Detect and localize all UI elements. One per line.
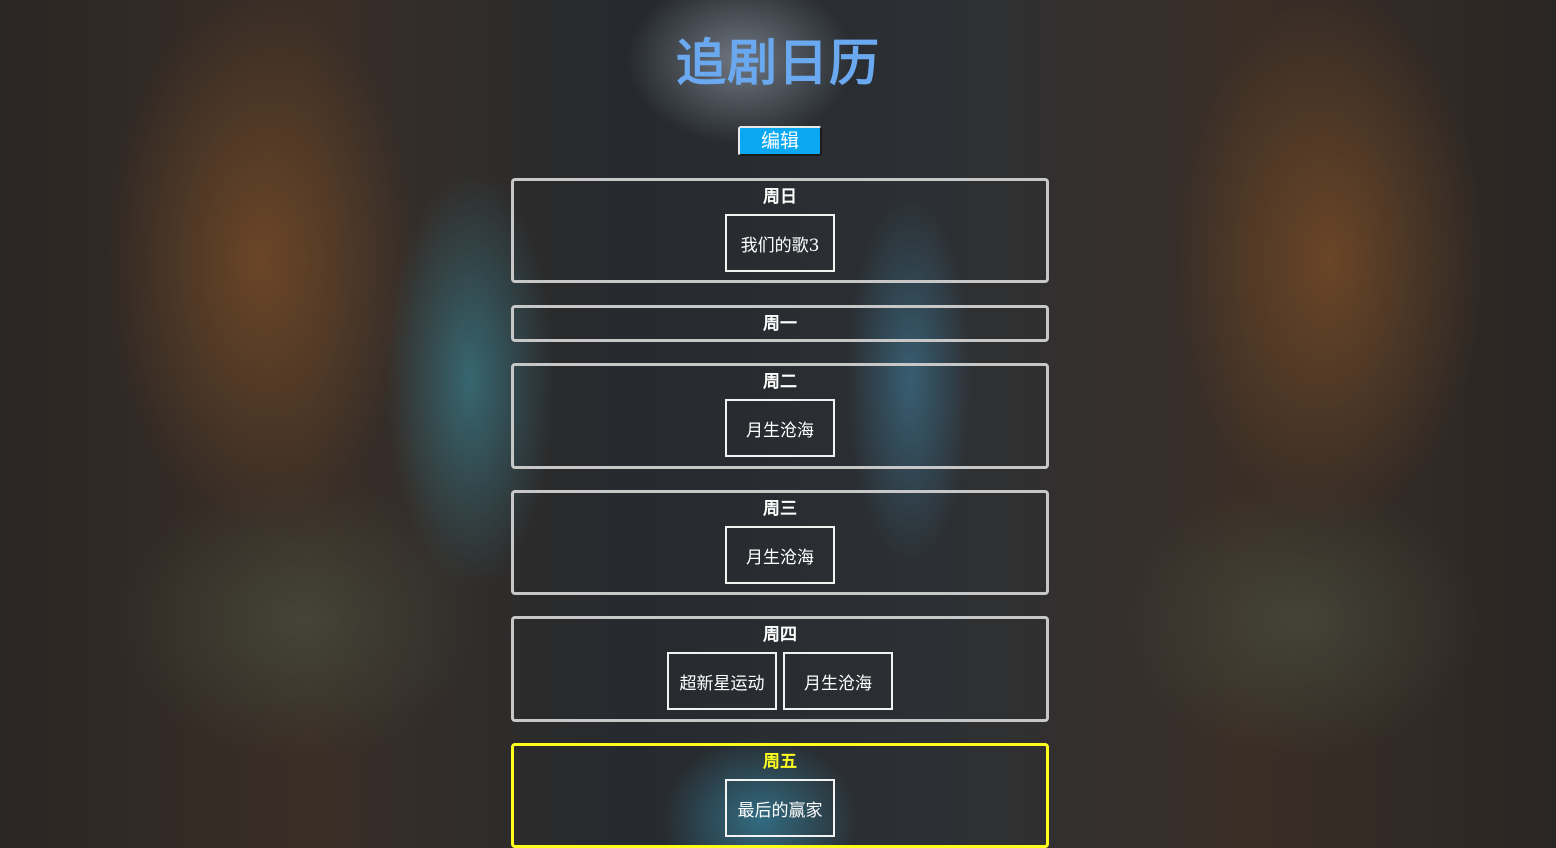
day-box-wednesday: 周三 月生沧海 [511, 490, 1049, 595]
day-name-friday: 周五 [763, 752, 797, 772]
day-box-monday: 周一 [511, 305, 1049, 342]
show-item[interactable]: 月生沧海 [725, 526, 835, 584]
page-title: 追剧日历 [676, 34, 880, 92]
show-item[interactable]: 超新星运动 [667, 652, 777, 710]
show-list-thursday: 超新星运动 月生沧海 [514, 652, 1046, 710]
day-name-monday: 周一 [763, 314, 797, 334]
day-box-tuesday: 周二 月生沧海 [511, 363, 1049, 469]
day-name-thursday: 周四 [763, 625, 797, 645]
day-name-sunday: 周日 [763, 187, 797, 207]
show-list-friday: 最后的赢家 [514, 779, 1046, 837]
day-name-tuesday: 周二 [763, 372, 797, 392]
day-name-wednesday: 周三 [763, 499, 797, 519]
show-list-tuesday: 月生沧海 [514, 399, 1046, 457]
show-item[interactable]: 月生沧海 [725, 399, 835, 457]
day-box-thursday: 周四 超新星运动 月生沧海 [511, 616, 1049, 722]
show-item[interactable]: 最后的赢家 [725, 779, 835, 837]
day-box-sunday: 周日 我们的歌3 [511, 178, 1049, 283]
show-list-wednesday: 月生沧海 [514, 526, 1046, 584]
edit-button[interactable]: 编辑 [738, 126, 822, 156]
show-list-sunday: 我们的歌3 [514, 214, 1046, 272]
show-item[interactable]: 月生沧海 [783, 652, 893, 710]
show-item[interactable]: 我们的歌3 [725, 214, 835, 272]
day-box-friday-today: 周五 最后的赢家 [511, 743, 1049, 848]
